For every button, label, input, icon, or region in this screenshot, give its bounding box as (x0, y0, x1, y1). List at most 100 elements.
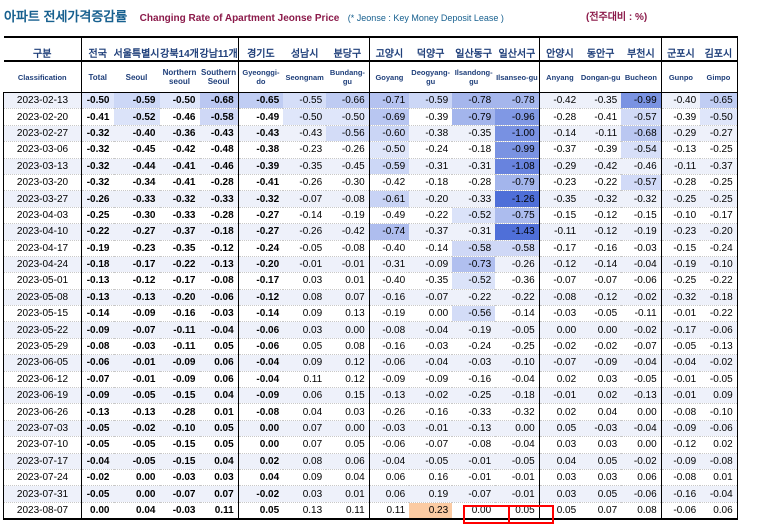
cell-seongnam: 0.09 (283, 354, 327, 372)
table-row: 2023-02-20 -0.41 -0.52 -0.46 -0.58 -0.49 -0.50… (3, 108, 738, 126)
cell-anyang: -0.14 (538, 125, 581, 143)
cell-gunpo: -0.11 (660, 158, 701, 175)
cell-gimpo: -0.25 (700, 174, 738, 192)
cell-ilsanseo-gu: -0.05 (495, 321, 540, 339)
cell-ilsandong-gu: -0.56 (452, 305, 496, 323)
cell-anyang: 0.02 (538, 371, 581, 389)
cell-bundang-gu: 0.12 (326, 354, 370, 372)
cell-seongnam: 0.03 (283, 485, 327, 503)
table-row: 2023-05-22 -0.09 -0.07 -0.11 -0.04 -0.06 0.03 0… (3, 321, 738, 339)
row-date: 2023-03-13 (3, 158, 82, 175)
cell-dongan-gu: -0.14 (580, 256, 622, 274)
cell-gimpo: -0.50 (700, 108, 738, 126)
cell-bundang-gu: 0.04 (326, 469, 370, 487)
cell-bundang-gu: -0.66 (326, 92, 370, 110)
cell-southern-seoul: -0.18 (199, 223, 239, 241)
col-header-en-12: Anyang (538, 60, 581, 93)
cell-anyang: -0.02 (538, 338, 581, 356)
cell-gunpo: -0.13 (660, 141, 701, 159)
cell-dongan-gu: -0.12 (580, 289, 622, 307)
cell-goyang: 0.06 (368, 469, 410, 487)
cell-goyang: -0.03 (368, 420, 410, 438)
cell-anyang: 0.03 (538, 436, 581, 454)
cell-goyang: -0.74 (368, 223, 410, 241)
cell-seoul: -0.45 (113, 141, 160, 159)
cell-northern-seoul: -0.41 (159, 174, 200, 192)
cell-seongnam: 0.03 (283, 321, 327, 339)
cell-gimpo: -0.18 (700, 289, 738, 307)
table-row: 2023-06-26 -0.13 -0.13 -0.28 0.01 -0.08 0.04 0.… (3, 403, 738, 421)
cell-anyang: -0.42 (538, 92, 581, 110)
cell-anyang: -0.17 (538, 240, 581, 257)
cell-deogyang-gu: -0.35 (409, 272, 453, 290)
cell-northern-seoul: -0.17 (159, 272, 200, 290)
cell-gimpo: -0.22 (700, 305, 738, 323)
cell-gunpo: -0.01 (660, 371, 701, 389)
cell-ilsandong-gu: -0.35 (452, 125, 496, 143)
cell-gimpo: -0.22 (700, 272, 738, 290)
row-date: 2023-05-22 (3, 321, 82, 339)
cell-northern-seoul: -0.20 (159, 289, 200, 307)
cell-bundang-gu: -0.30 (326, 174, 370, 192)
cell-dongan-gu: -0.22 (580, 174, 622, 192)
cell-northern-seoul: -0.37 (159, 223, 200, 241)
cell-ilsanseo-gu: -0.14 (495, 305, 540, 323)
cell-bucheon: -0.07 (621, 338, 662, 356)
col-header-ko-3: 강북14개 (159, 36, 200, 61)
cell-seoul: -0.44 (113, 158, 160, 175)
cell-dongan-gu: -0.42 (580, 158, 622, 175)
col-header-en-4: Southern Seoul (199, 60, 239, 93)
table-row: 2023-02-13 -0.50 -0.59 -0.50 -0.68 -0.65 -0.55… (3, 92, 738, 110)
cell-goyang: -0.42 (368, 174, 410, 192)
cell-seoul: -0.13 (113, 289, 160, 307)
cell-gunpo: -0.40 (660, 92, 701, 110)
cell-seoul: -0.01 (113, 354, 160, 372)
cell-seongnam: 0.08 (283, 453, 327, 470)
row-date: 2023-04-17 (3, 240, 82, 257)
cell-ilsanseo-gu: -0.04 (495, 436, 540, 454)
cell-total: -0.18 (81, 256, 114, 274)
cell-gimpo: -0.04 (700, 485, 738, 503)
row-date: 2023-05-29 (3, 338, 82, 356)
cell-bucheon: -0.68 (621, 125, 662, 143)
cell-gimpo: -0.06 (700, 420, 738, 438)
cell-bundang-gu: -0.50 (326, 108, 370, 126)
cell-deogyang-gu: -0.24 (409, 141, 453, 159)
cell-gimpo: 0.06 (700, 502, 738, 521)
cell-bundang-gu: 0.08 (326, 338, 370, 356)
cell-bundang-gu: 0.13 (326, 305, 370, 323)
row-date: 2023-07-03 (3, 420, 82, 438)
cell-southern-seoul: -0.33 (199, 190, 239, 208)
cell-gimpo: -0.10 (700, 256, 738, 274)
cell-dongan-gu: -0.07 (580, 272, 622, 290)
cell-bundang-gu: 0.01 (326, 485, 370, 503)
cell-ilsandong-gu: -0.07 (452, 485, 496, 503)
row-date: 2023-02-13 (3, 92, 82, 110)
col-header-ko-15: 군포시 (660, 36, 701, 61)
cell-dongan-gu: -0.32 (580, 190, 622, 208)
cell-southern-seoul: 0.06 (199, 371, 239, 389)
cell-seongnam: -0.14 (283, 207, 327, 225)
cell-dongan-gu: -0.35 (580, 92, 622, 110)
cell-bundang-gu: 0.06 (326, 453, 370, 470)
cell-gimpo: -0.05 (700, 371, 738, 389)
cell-deogyang-gu: -0.07 (409, 436, 453, 454)
cell-total: -0.26 (81, 190, 114, 208)
cell-anyang: 0.05 (538, 420, 581, 438)
row-date: 2023-04-10 (3, 223, 82, 241)
cell-gyeonggi-do: 0.04 (237, 469, 284, 487)
cell-anyang: -0.15 (538, 207, 581, 225)
cell-dongan-gu: 0.00 (580, 321, 622, 339)
cell-ilsandong-gu: -0.33 (452, 190, 496, 208)
cell-total: -0.06 (81, 354, 114, 372)
cell-total: 0.00 (81, 502, 114, 521)
cell-ilsanseo-gu: -0.01 (495, 469, 540, 487)
cell-southern-seoul: 0.04 (199, 453, 239, 470)
cell-gimpo: -0.25 (700, 190, 738, 208)
row-date: 2023-04-24 (3, 256, 82, 274)
cell-seongnam: -0.07 (283, 190, 327, 208)
cell-goyang: -0.71 (368, 92, 410, 110)
cell-dongan-gu: -0.03 (580, 420, 622, 438)
cell-gyeonggi-do: -0.17 (237, 272, 284, 290)
col-header-en-3: Northern seoul (159, 60, 200, 93)
